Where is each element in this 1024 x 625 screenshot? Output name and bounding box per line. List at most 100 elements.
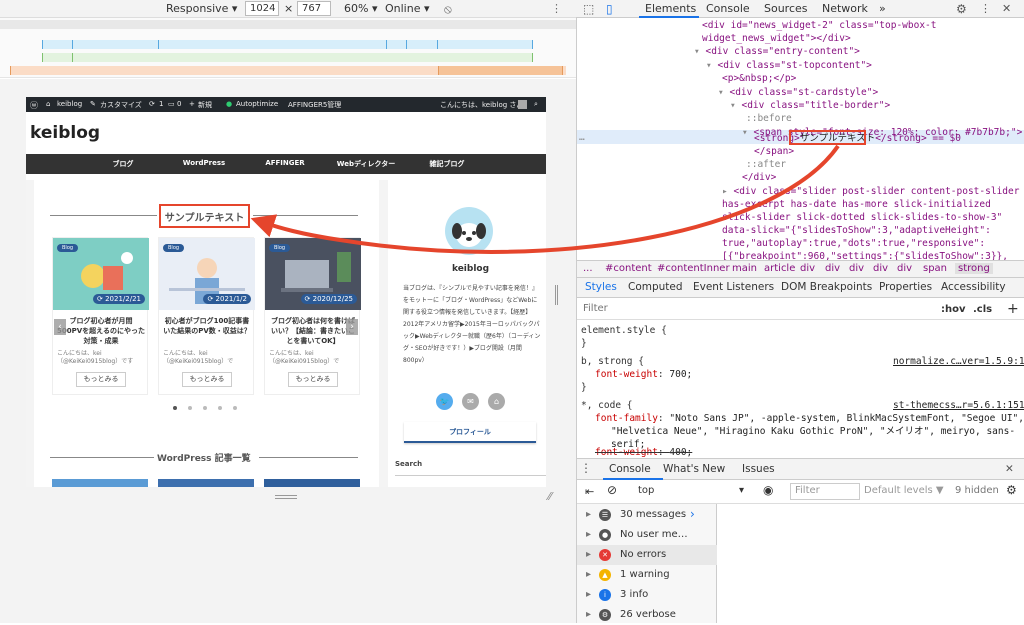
media-query-bar-green[interactable] — [42, 53, 532, 62]
post-card[interactable]: Blog ⟳ 2020/12/25 ブログ初心者は何を書けばいい？【結論：書きた… — [264, 237, 361, 395]
width-input[interactable]: 1024 — [245, 1, 279, 16]
slider-dot-active[interactable] — [173, 406, 177, 410]
dom-node[interactable]: true,"autoplay":true,"dots":true,"respon… — [722, 237, 985, 250]
nav-item-zakki[interactable]: 雑記ブログ — [430, 159, 465, 169]
device-mode-select[interactable]: Responsive ▾ — [166, 2, 237, 15]
post-thumbnail[interactable] — [264, 479, 360, 487]
drawer-menu-icon[interactable]: ⋮ — [580, 461, 592, 475]
breadcrumb-item[interactable]: article — [764, 263, 795, 274]
dom-node[interactable]: <p>&nbsp;</p> — [722, 72, 796, 85]
viewport-resize-handle-right[interactable] — [555, 285, 558, 305]
tab-accessibility[interactable]: Accessibility — [941, 281, 1006, 293]
more-tabs-icon[interactable]: » — [879, 2, 886, 15]
profile-button[interactable]: プロフィール — [404, 422, 536, 443]
breadcrumb-item[interactable]: #content — [605, 263, 652, 274]
tab-properties[interactable]: Properties — [879, 281, 932, 293]
post-thumbnail[interactable] — [158, 479, 254, 487]
console-filter-item[interactable]: ▸ ✕ No errors — [577, 545, 717, 565]
read-more-button[interactable]: もっとみる — [76, 372, 126, 387]
expand-triangle-icon[interactable]: ▾ — [718, 87, 724, 98]
dom-node[interactable]: ▸ <div class="slider post-slider content… — [722, 185, 1019, 198]
dom-node[interactable]: data-slick="{"slidesToShow":3,"adaptiveH… — [722, 224, 991, 237]
console-settings-gear-icon[interactable]: ⚙ — [1006, 483, 1017, 497]
admin-search-icon[interactable]: ⌕ — [534, 100, 538, 109]
eye-icon[interactable]: ◉ — [763, 483, 773, 497]
expand-triangle-icon[interactable]: ▸ — [586, 609, 591, 620]
admin-bar-home-icon[interactable]: ⌂ — [46, 100, 50, 108]
nav-item-webdirector[interactable]: Webディレクター — [337, 159, 395, 169]
kebab-menu-icon[interactable]: ⋮ — [980, 2, 991, 15]
console-filter-item[interactable]: ▸ i 3 info — [577, 585, 717, 605]
dom-node[interactable]: widget_news_widget"></div> — [702, 32, 851, 45]
dom-node[interactable]: slick-slider slick-dotted slick-slides-t… — [722, 211, 1002, 224]
breadcrumb-item[interactable]: div — [800, 263, 815, 274]
admin-bar-site[interactable]: keiblog — [57, 100, 82, 108]
nav-item-affinger[interactable]: AFFINGER — [265, 159, 304, 167]
media-query-bar-orange-dark[interactable] — [438, 66, 562, 75]
site-title[interactable]: keiblog — [30, 123, 100, 143]
slider-dot[interactable] — [203, 406, 207, 410]
post-thumbnail[interactable] — [52, 479, 148, 487]
nav-item-blog[interactable]: ブログ — [113, 159, 134, 169]
console-filter-item[interactable]: ▸ ▲ 1 warning — [577, 565, 717, 585]
post-title[interactable]: 初心者がブログ100記事書いた結果のPV数・収益は？ — [163, 316, 251, 336]
breadcrumb-item[interactable]: main — [732, 263, 757, 274]
inspect-icon[interactable]: ⬚ — [583, 2, 594, 16]
admin-bar-autoptimize[interactable]: Autoptimize — [236, 100, 278, 108]
tab-event-listeners[interactable]: Event Listeners — [693, 281, 774, 293]
mail-icon[interactable]: ✉ — [462, 393, 479, 410]
slider-dot[interactable] — [188, 406, 192, 410]
dom-node[interactable]: has-excerpt has-date has-more slick-init… — [722, 198, 991, 211]
post-card[interactable]: Blog ⟳ 2021/1/2 初心者がブログ100記事書いた結果のPV数・収益… — [158, 237, 255, 395]
dom-node[interactable]: ▾ <div class="title-border"> — [730, 99, 890, 112]
media-query-bar-blue[interactable] — [42, 40, 532, 49]
more-options-icon[interactable]: ⋮ — [551, 2, 562, 15]
read-more-button[interactable]: もっとみる — [288, 372, 338, 387]
post-title[interactable]: ブログ初心者が月間500PVを超えるのにやった対策・成果 — [57, 316, 145, 346]
drawer-tab-whats-new[interactable]: What's New — [663, 463, 725, 475]
breadcrumb-item[interactable]: span — [923, 263, 947, 274]
admin-bar-new[interactable]: 新規 — [198, 100, 212, 110]
read-more-button[interactable]: もっとみる — [182, 372, 232, 387]
expand-triangle-icon[interactable]: ▾ — [730, 100, 736, 111]
close-icon[interactable]: ✕ — [1002, 2, 1011, 15]
height-input[interactable]: 767 — [297, 1, 331, 16]
dom-node[interactable]: ▾ <div class="entry-content"> — [694, 45, 860, 58]
admin-bar-greeting[interactable]: こんにちは、keiblog さん — [440, 100, 523, 110]
styles-filter-input[interactable] — [583, 303, 883, 314]
console-filter-item[interactable]: ▸ ● No user me… — [577, 525, 717, 545]
settings-gear-icon[interactable]: ⚙ — [956, 2, 967, 16]
dom-pseudo[interactable]: ::after — [746, 158, 786, 171]
post-card[interactable]: Blog ⟳ 2021/2/21 ブログ初心者が月間500PVを超えるのにやった… — [52, 237, 149, 395]
clear-console-icon[interactable]: ⊘ — [607, 483, 617, 497]
tab-dom-breakpoints[interactable]: DOM Breakpoints — [781, 281, 872, 293]
css-declaration[interactable]: font-weight: 700; — [595, 368, 692, 381]
drawer-close-icon[interactable]: ✕ — [1005, 463, 1014, 475]
expand-triangle-icon[interactable]: ▸ — [586, 529, 591, 540]
dom-node[interactable]: </span> — [754, 145, 794, 158]
category-badge[interactable]: Blog — [269, 244, 291, 252]
expand-triangle-icon[interactable]: ▾ — [694, 46, 700, 57]
console-filter-item[interactable]: ▸ ☰ 30 messages — [577, 505, 717, 525]
context-select[interactable]: top — [638, 485, 654, 496]
slider-prev-arrow[interactable]: ‹ — [54, 319, 66, 335]
console-prompt[interactable]: › — [690, 507, 695, 521]
user-avatar-icon[interactable] — [518, 100, 527, 109]
context-dropdown-icon[interactable]: ▾ — [739, 485, 744, 496]
dom-node[interactable]: </div> — [742, 171, 776, 184]
slider-dot[interactable] — [218, 406, 222, 410]
viewport-resize-handle-bottom[interactable] — [275, 495, 297, 499]
category-badge[interactable]: Blog — [163, 244, 185, 252]
breadcrumb-item[interactable]: div — [825, 263, 840, 274]
css-selector[interactable]: b, strong { — [581, 355, 644, 368]
media-query-bar-gray[interactable] — [0, 20, 576, 29]
log-levels-select[interactable]: Default levels ▼ — [864, 485, 944, 496]
css-selector[interactable]: *, code { — [581, 399, 632, 412]
tab-elements[interactable]: Elements — [645, 2, 696, 15]
dom-node[interactable]: ▾ <div class="st-cardstyle"> — [718, 86, 878, 99]
expand-triangle-icon[interactable]: ▾ — [706, 60, 712, 71]
css-declaration[interactable]: font-family: "Noto Sans JP", -apple-syst… — [595, 412, 1024, 425]
drawer-tab-console[interactable]: Console — [609, 463, 651, 475]
css-selector[interactable]: element.style { — [581, 324, 667, 337]
breadcrumb-overflow[interactable]: ... — [583, 263, 593, 274]
